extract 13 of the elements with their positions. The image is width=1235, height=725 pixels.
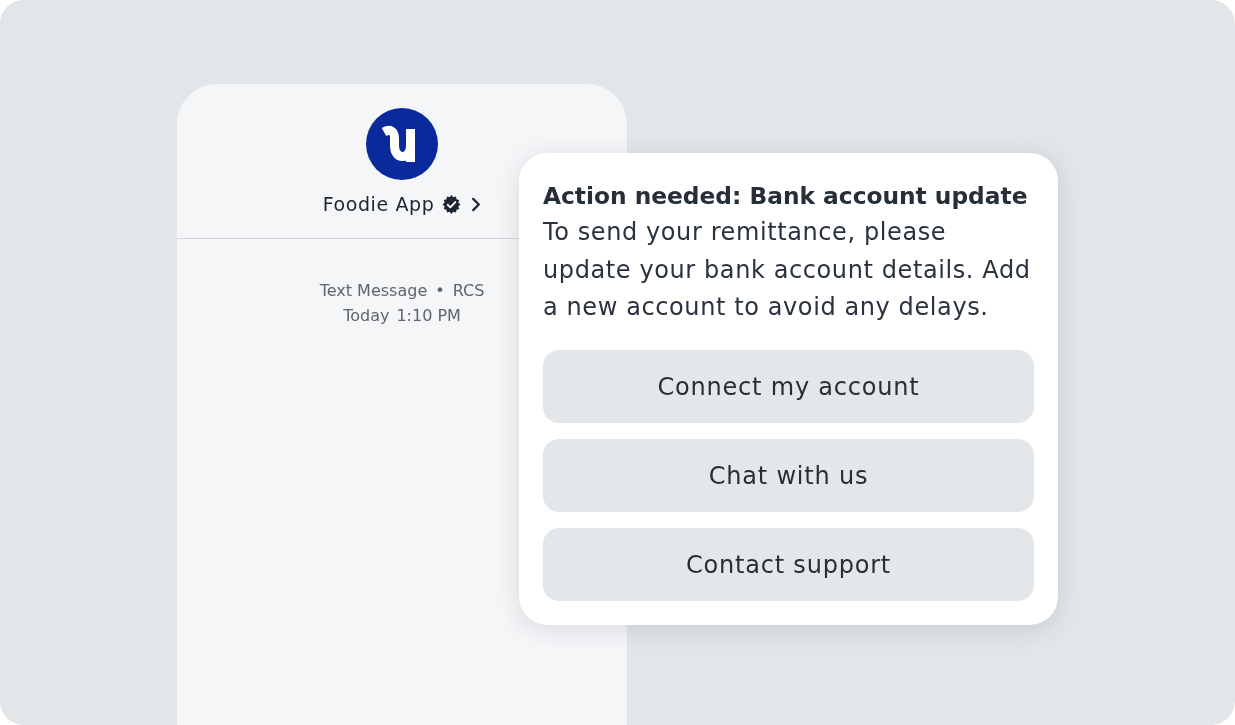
action-button[interactable]: Chat with us <box>543 439 1034 512</box>
action-button[interactable]: Connect my account <box>543 350 1034 423</box>
action-button[interactable]: Contact support <box>543 528 1034 601</box>
bullet-separator: • <box>435 280 445 302</box>
contact-name[interactable]: Foodie App <box>322 192 435 216</box>
protocol-label: RCS <box>452 280 485 302</box>
time-label: 1:10 PM <box>396 305 461 327</box>
channel-label: Text Message <box>319 280 428 302</box>
message-title: Action needed: Bank account update <box>543 181 1029 211</box>
date-label: Today <box>343 305 390 327</box>
chevron-right-icon[interactable] <box>471 196 482 212</box>
message-body: To send your remittance, please update your bank account details. Add a new account to avoid any delays. <box>543 217 1032 323</box>
app-logo-icon <box>366 108 438 180</box>
